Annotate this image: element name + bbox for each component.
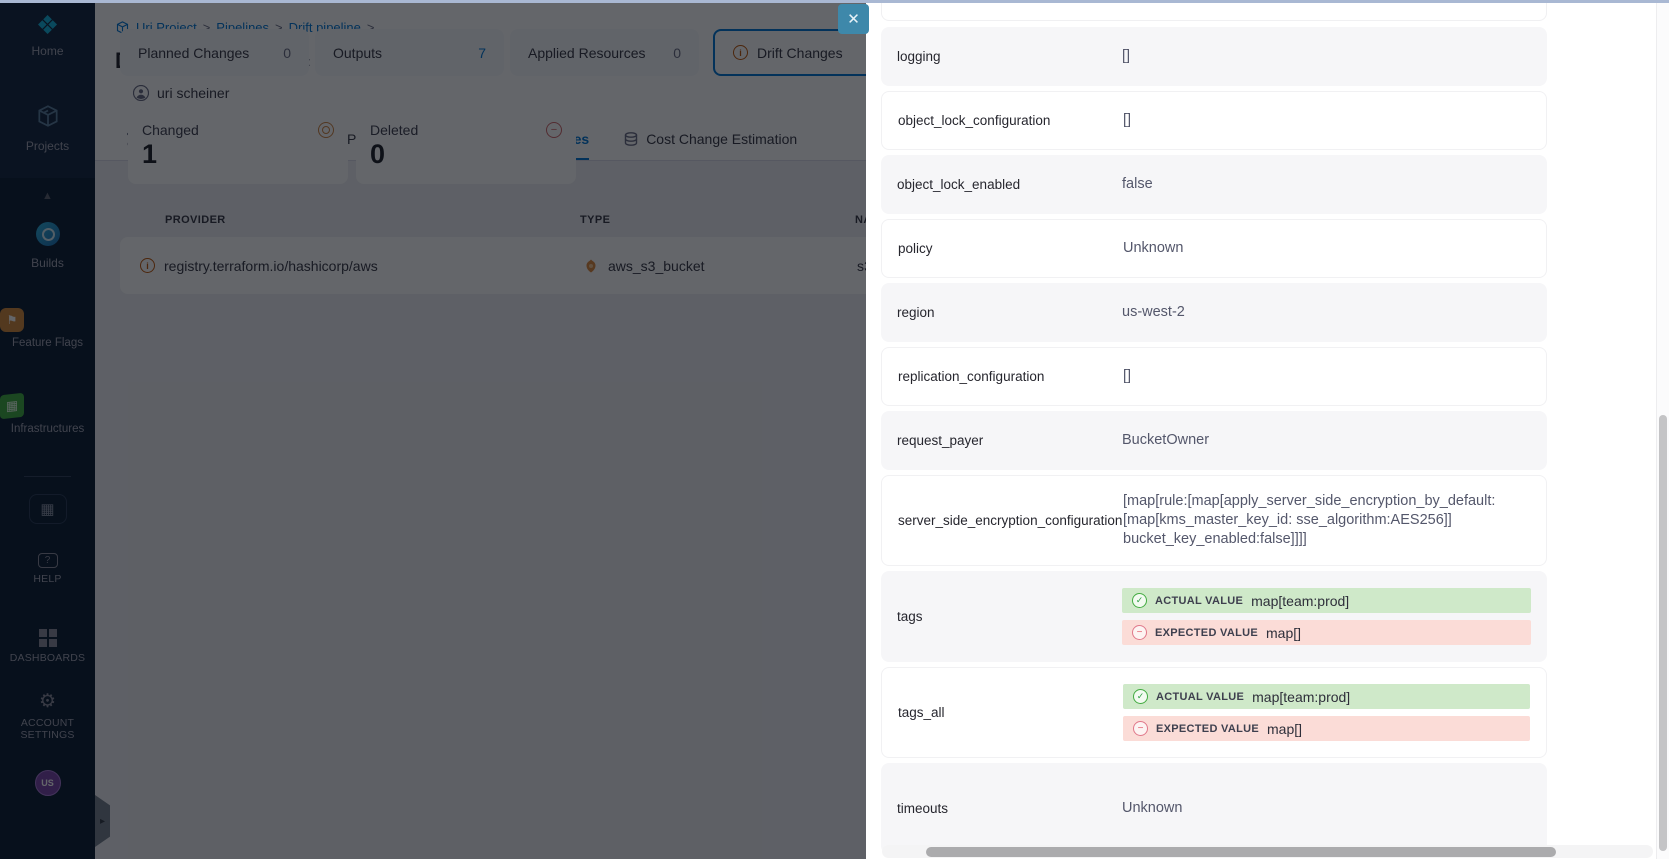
drift-diff: ✓ ACTUAL VALUE map[team:prod] − EXPECTED… <box>1123 684 1530 741</box>
attribute-row-clipped <box>881 0 1547 21</box>
expected-value-bar: − EXPECTED VALUE map[] <box>1122 620 1531 645</box>
actual-value-label: ACTUAL VALUE <box>1155 595 1243 607</box>
horizontal-scrollbar-thumb[interactable] <box>926 847 1556 857</box>
attribute-row-region: region us-west-2 <box>881 283 1547 342</box>
attr-key: policy <box>898 241 1123 256</box>
actual-value-bar: ✓ ACTUAL VALUE map[team:prod] <box>1122 588 1531 613</box>
top-accent-line <box>0 0 1669 3</box>
attr-key: logging <box>897 49 1122 64</box>
attr-key: tags <box>897 609 1122 624</box>
attr-value: [] <box>1122 47 1130 66</box>
expected-value: map[] <box>1266 625 1301 641</box>
drift-diff: ✓ ACTUAL VALUE map[team:prod] − EXPECTED… <box>1122 588 1531 645</box>
attribute-row-request-payer: request_payer BucketOwner <box>881 411 1547 470</box>
attr-value: false <box>1122 175 1153 194</box>
attribute-row-tags: tags ✓ ACTUAL VALUE map[team:prod] − EXP… <box>881 571 1547 662</box>
attr-key: region <box>897 305 1122 320</box>
attr-value: us-west-2 <box>1122 303 1185 322</box>
attribute-row-object-lock-enabled: object_lock_enabled false <box>881 155 1547 214</box>
attribute-row-object-lock-configuration: object_lock_configuration [] <box>881 91 1547 150</box>
attr-key: replication_configuration <box>898 369 1123 384</box>
close-icon: ✕ <box>847 10 860 28</box>
vertical-scrollbar-thumb[interactable] <box>1659 415 1667 851</box>
attr-value: Unknown <box>1122 799 1182 818</box>
expected-value: map[] <box>1267 721 1302 737</box>
attr-value: [map[rule:[map[apply_server_side_encrypt… <box>1123 492 1523 549</box>
expected-value-label: EXPECTED VALUE <box>1156 723 1259 735</box>
expected-value-label: EXPECTED VALUE <box>1155 627 1258 639</box>
actual-value: map[team:prod] <box>1251 593 1349 609</box>
attribute-row-replication-configuration: replication_configuration [] <box>881 347 1547 406</box>
attr-key: server_side_encryption_configuration <box>898 513 1123 528</box>
check-circle-icon: ✓ <box>1133 689 1148 704</box>
minus-circle-icon: − <box>1133 721 1148 736</box>
attr-value: Unknown <box>1123 239 1183 258</box>
actual-value: map[team:prod] <box>1252 689 1350 705</box>
attr-value: [] <box>1123 367 1131 386</box>
vertical-scrollbar[interactable] <box>1656 0 1669 859</box>
attr-key: object_lock_configuration <box>898 113 1123 128</box>
actual-value-bar: ✓ ACTUAL VALUE map[team:prod] <box>1123 684 1530 709</box>
minus-circle-icon: − <box>1132 625 1147 640</box>
attr-key: request_payer <box>897 433 1122 448</box>
resource-detail-drawer: logging [] object_lock_configuration [] … <box>866 0 1669 859</box>
app-window: ❖ Home Projects ▲ Builds ⚑ Feature Flags… <box>0 0 1669 859</box>
attr-key: tags_all <box>898 705 1123 720</box>
attribute-row-logging: logging [] <box>881 27 1547 86</box>
attribute-list: logging [] object_lock_configuration [] … <box>881 0 1547 859</box>
attribute-row-timeouts: timeouts Unknown <box>881 763 1547 854</box>
attr-value: [] <box>1123 111 1131 130</box>
horizontal-scrollbar[interactable] <box>882 845 1653 858</box>
actual-value-label: ACTUAL VALUE <box>1156 691 1244 703</box>
attribute-row-policy: policy Unknown <box>881 219 1547 278</box>
attr-key: object_lock_enabled <box>897 177 1122 192</box>
attr-key: timeouts <box>897 801 1122 816</box>
attribute-row-server-side-encryption: server_side_encryption_configuration [ma… <box>881 475 1547 566</box>
attribute-row-tags-all: tags_all ✓ ACTUAL VALUE map[team:prod] −… <box>881 667 1547 758</box>
attr-value: BucketOwner <box>1122 431 1209 450</box>
modal-dim-overlay[interactable] <box>0 0 866 859</box>
close-drawer-button[interactable]: ✕ <box>838 4 869 34</box>
expected-value-bar: − EXPECTED VALUE map[] <box>1123 716 1530 741</box>
check-circle-icon: ✓ <box>1132 593 1147 608</box>
